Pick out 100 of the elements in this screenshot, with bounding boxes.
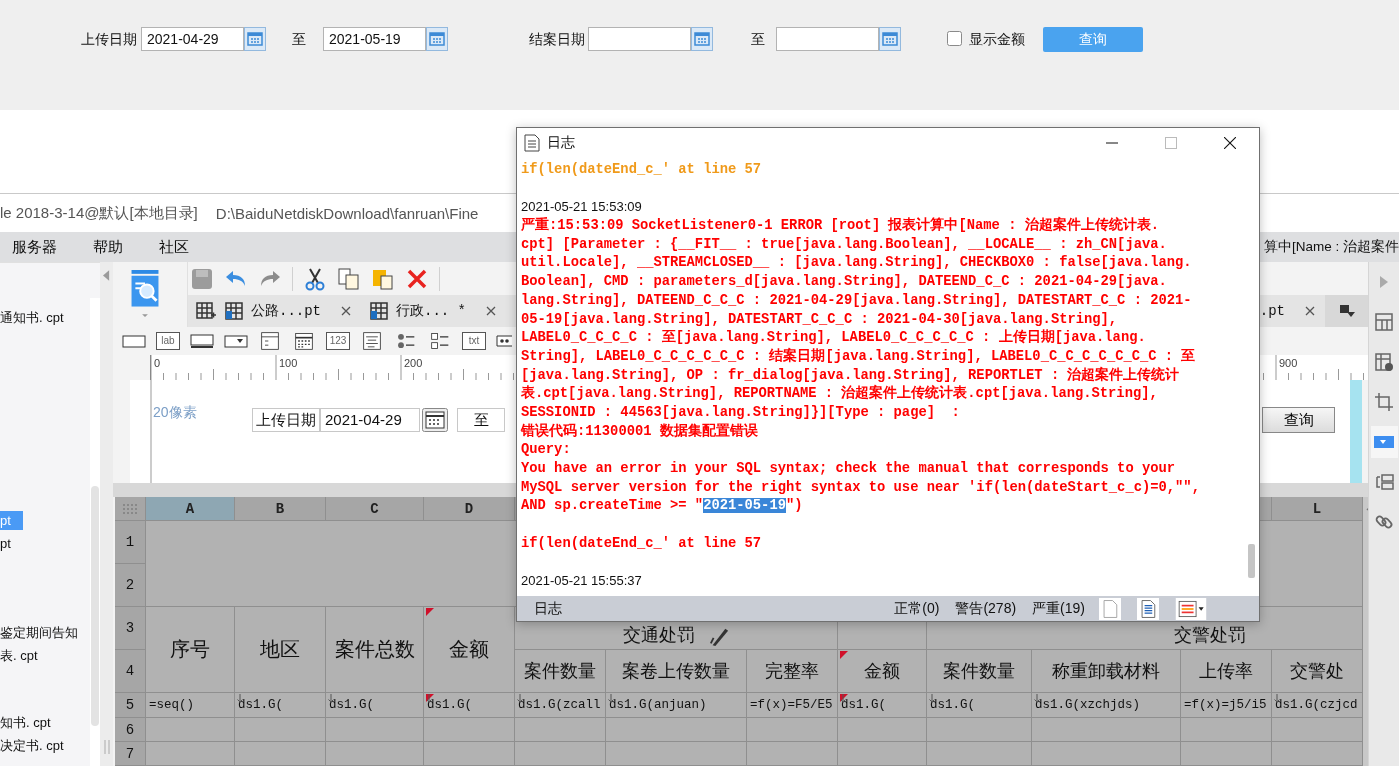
row-number[interactable]: 3	[115, 607, 145, 649]
separator-label-widget[interactable]: 至	[457, 408, 505, 432]
header-text: 交警处	[1290, 660, 1344, 683]
window-title: 日志	[547, 134, 576, 152]
date-field[interactable]: 2021-05-19	[323, 27, 426, 51]
grid-settings-icon[interactable]	[1374, 352, 1394, 372]
blank-page-icon[interactable]	[1097, 597, 1123, 620]
column-header[interactable]: C	[326, 497, 423, 520]
log-line: lang.String], DATEEND_C_C_C : 2021-04-29[java.lang.String], DATESTART_C_C : 2021-	[521, 291, 1192, 310]
tab-list-icon[interactable]	[1338, 304, 1355, 318]
textarea-widget-icon[interactable]: txt	[462, 332, 486, 350]
text-page-icon[interactable]	[1135, 597, 1161, 620]
header-text: 案件总数	[334, 637, 415, 662]
document-tab[interactable]: 行政... *	[361, 295, 507, 327]
date-field[interactable]: 2021-04-29	[141, 27, 244, 51]
row-number[interactable]: 7	[115, 742, 145, 765]
date-field[interactable]	[588, 27, 691, 51]
sidebar-tab[interactable]	[1370, 426, 1398, 458]
report-preview-icon[interactable]	[130, 270, 160, 320]
copy-icon[interactable]	[337, 266, 361, 291]
column-header[interactable]: B	[235, 497, 325, 520]
log-line: 05-19[java.lang.String], DATESTART_C_C_C : 2021-04-30[java.lang.String],	[521, 310, 1118, 329]
header-text: 序号	[170, 637, 210, 662]
formula-text: =seq()	[149, 698, 194, 712]
group-header-text: 交警处罚	[1173, 624, 1246, 647]
file-item[interactable]: 决定书. cpt	[0, 734, 67, 757]
list-widget-icon[interactable]	[360, 331, 384, 351]
ruler-label: 100	[279, 357, 298, 369]
formula-text: =f(x)=j5/i5	[1184, 698, 1267, 712]
calendar-icon[interactable]	[422, 408, 448, 432]
collapse-arrow-icon[interactable]	[103, 270, 110, 281]
header-text: 案件数量	[943, 660, 1015, 683]
warning-count[interactable]: 警告(278)	[955, 599, 1017, 618]
column-header[interactable]: L	[1272, 497, 1362, 520]
formula-text: ds1.G(zcall	[518, 698, 601, 712]
file-path: D:\BaiduNetdiskDownload\fanruan\Fine	[215, 204, 479, 222]
column-header[interactable]: A	[146, 497, 234, 520]
document-tab[interactable]: .pt	[1259, 295, 1325, 327]
crop-icon[interactable]	[1374, 392, 1394, 412]
number-widget-icon[interactable]: 123	[326, 332, 350, 350]
file-item[interactable]: 知书. cpt	[0, 712, 54, 735]
scrollbar[interactable]	[90, 298, 100, 766]
formula-text: ds1.G(anjuan)	[609, 698, 707, 712]
formula-text: ds1.G(czjcd	[1275, 698, 1358, 712]
formula-text: ds1.G(	[841, 698, 886, 712]
file-item[interactable]: 鉴定期间告知	[0, 622, 81, 645]
normal-count[interactable]: 正常(0)	[894, 599, 940, 618]
document-tab[interactable]: 公路...pt	[216, 295, 361, 327]
formula-text: =f(x)=F5/E5	[750, 698, 833, 712]
range-separator: 至	[751, 30, 765, 49]
header-text: 案件数量	[524, 660, 596, 683]
menu-item[interactable]: 服务器	[12, 237, 57, 257]
query-button[interactable]: 查询	[1262, 407, 1335, 433]
row-number[interactable]: 4	[115, 650, 145, 692]
log-line: LABEL0_C_C_C_C : 至[java.lang.String], LABEL0_C_C_C_C_C : 上传日期[java.lang.	[521, 329, 1146, 348]
row-number[interactable]: 1	[115, 521, 145, 563]
form-widget-icon[interactable]	[258, 331, 282, 351]
formula-text: ds1.G(	[930, 698, 975, 712]
ruler-label: 0	[154, 357, 161, 369]
row-number[interactable]: 2	[115, 564, 145, 606]
log-line: MySQL server version for the right syntax to use near 'if(len(dateStart_c_c)=0,"",	[521, 478, 1200, 497]
sheet-icon	[224, 301, 244, 321]
formula-text: ds1.G(	[238, 698, 283, 712]
group-header-text: 交通处罚	[623, 624, 695, 647]
upload-date-label: 上传日期	[81, 30, 137, 49]
splitter-handle-icon[interactable]	[103, 740, 110, 754]
layers-icon[interactable]	[1374, 472, 1394, 492]
file-item[interactable]: 通知书. cpt	[0, 307, 67, 330]
new-sheet-icon[interactable]	[196, 301, 216, 321]
grid-icon[interactable]	[1374, 312, 1394, 332]
row-number[interactable]: 6	[115, 718, 145, 741]
log-line: if(len(dateEnd_c_' at line 57	[521, 161, 762, 179]
menu-item[interactable]: 帮助	[93, 237, 123, 257]
save-icon[interactable]	[190, 266, 214, 291]
column-header[interactable]: D	[424, 497, 514, 520]
log-line: You have an error in your SQL syntax; check the manual that corresponds to your	[521, 460, 1176, 478]
header-text: 金额	[864, 660, 900, 683]
date-field-widget[interactable]: 2021-04-29	[320, 408, 420, 432]
file-item[interactable]: 表. cpt	[0, 644, 41, 667]
header-text: 案卷上传数量	[622, 660, 730, 683]
formula-text: ds1.G(	[329, 698, 374, 712]
calendar-widget-icon[interactable]	[292, 331, 316, 351]
button-widget-icon[interactable]	[190, 331, 214, 351]
log-line: Query:	[521, 441, 571, 460]
checkbox[interactable]	[947, 31, 962, 46]
list-filter-icon[interactable]	[1173, 597, 1209, 620]
close-icon[interactable]	[1224, 137, 1236, 149]
maximize-icon[interactable]	[1165, 137, 1177, 149]
severe-count[interactable]: 严重(19)	[1032, 599, 1085, 618]
menu-item[interactable]: 社区	[159, 237, 189, 257]
date-label-widget[interactable]: 上传日期	[252, 408, 320, 432]
cut-icon[interactable]	[303, 266, 327, 291]
log-line: Boolean], CMD : parameters_d[java.lang.String], DATEEND_C_C : 2021-04-29[java.	[521, 273, 1167, 292]
label-widget-icon[interactable]: lab	[156, 332, 180, 350]
row-number[interactable]: 5	[115, 693, 145, 717]
link-icon[interactable]	[1374, 512, 1394, 532]
date-field[interactable]	[776, 27, 879, 51]
file-item[interactable]: pt	[0, 533, 14, 553]
log-line: 2021-05-21 15:55:37	[521, 572, 642, 591]
spacing-label: 20像素	[153, 404, 197, 422]
